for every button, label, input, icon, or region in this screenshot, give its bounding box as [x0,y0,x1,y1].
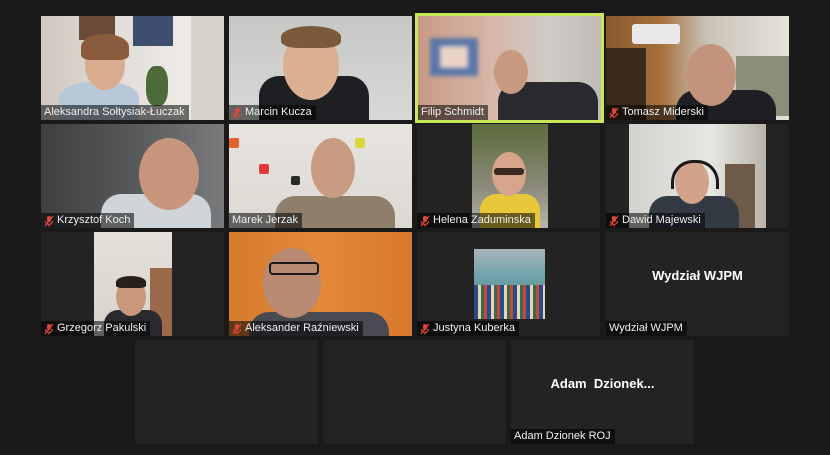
muted-microphone-icon [44,323,54,335]
participant-name: Aleksander Raźniewski [245,322,359,334]
participant-name: Dawid Majewski [622,214,701,226]
muted-microphone-icon [232,323,242,335]
wall-picture [133,16,173,46]
participant-name-tag: Dawid Majewski [606,213,705,228]
video-tile[interactable]: Dawid Majewski [606,124,789,228]
video-tile[interactable]: Marcin Kucza [229,16,412,120]
participant-name: Adam Dzionek ROJ [514,430,611,442]
muted-microphone-icon [232,107,242,119]
video-tile-empty[interactable] [135,340,318,444]
video-tile[interactable]: Aleksandra Sołtysiak-Łuczak [41,16,224,120]
participant-name: Marek Jerzak [232,214,299,226]
participant-name-tag: Marek Jerzak [229,213,303,228]
video-tile[interactable]: Marek Jerzak [229,124,412,228]
participant-name: Filip Schmidt [421,106,484,118]
participant-name-tag: Grzegorz Pakulski [41,321,151,336]
participant-name-tag: Krzysztof Koch [41,213,135,228]
participant-name-tag: Justyna Kuberka [417,321,519,336]
video-feed [474,249,545,319]
participant-name: Aleksandra Sołtysiak-Łuczak [44,106,185,118]
video-tile[interactable]: Aleksander Raźniewski [229,232,412,336]
video-tile[interactable]: Krzysztof Koch [41,124,224,228]
participant-name-tag: Helena Zaduminska [417,213,535,228]
video-tile-no-video[interactable]: Wydział WJPM Wydział WJPM [606,232,789,336]
video-tile[interactable]: Grzegorz Pakulski [41,232,224,336]
participant-display-name: Wydział WJPM [652,267,743,283]
participant-name: Tomasz Miderski [622,106,704,118]
muted-microphone-icon [609,107,619,119]
video-tile[interactable]: Justyna Kuberka [417,232,600,336]
participant-name: Helena Zaduminska [433,214,531,226]
participant-name-tag: Aleksander Raźniewski [229,321,363,336]
video-tile[interactable]: Helena Zaduminska [417,124,600,228]
participant-name: Grzegorz Pakulski [57,322,147,334]
participant-name-tag: Wydział WJPM [606,321,687,336]
video-tile-empty[interactable] [323,340,506,444]
participant-name: Justyna Kuberka [433,322,515,334]
participant-name: Krzysztof Koch [57,214,131,226]
participant-name-tag: Adam Dzionek ROJ [511,429,615,444]
video-tile[interactable]: Tomasz Miderski [606,16,789,120]
muted-microphone-icon [609,215,619,227]
participant-display-name: Adam Dzionek... [550,375,655,391]
participant-name-tag: Tomasz Miderski [606,105,708,120]
muted-microphone-icon [420,215,430,227]
participant-name: Wydział WJPM [609,322,683,334]
participant-name-tag: Filip Schmidt [418,105,488,120]
video-tile-active-speaker[interactable]: Filip Schmidt [415,13,604,123]
participant-name-tag: Aleksandra Sołtysiak-Łuczak [41,105,189,120]
participant-name: Marcin Kucza [245,106,312,118]
participant-name-tag: Marcin Kucza [229,105,316,120]
video-tile-no-video[interactable]: Adam Dzionek... Adam Dzionek ROJ [511,340,694,444]
muted-microphone-icon [420,323,430,335]
muted-microphone-icon [44,215,54,227]
